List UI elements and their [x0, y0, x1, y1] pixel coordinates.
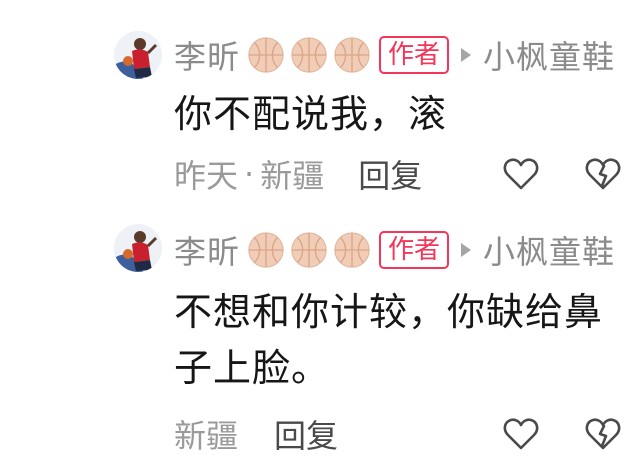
basketball-icon: [290, 36, 328, 74]
meta-separator: ·: [244, 155, 255, 193]
author-tag: 作者: [379, 231, 450, 269]
comment-meta: 新疆 回复: [174, 411, 338, 457]
comment-header: 李昕 作者 小枫童鞋: [174, 228, 615, 272]
comment-header: 李昕 作者 小枫童鞋: [174, 33, 615, 77]
like-heart-icon[interactable]: [503, 157, 539, 191]
author-name[interactable]: 李昕: [174, 227, 240, 273]
dislike-broken-heart-icon[interactable]: [585, 157, 621, 191]
comment-location: 新疆: [174, 417, 239, 455]
avatar[interactable]: [114, 31, 162, 79]
basketball-icon: [290, 231, 328, 269]
comment-meta: 昨天 · 新疆 回复: [174, 151, 422, 197]
comment-time: 昨天: [174, 157, 239, 195]
reply-to-name[interactable]: 小枫童鞋: [483, 227, 615, 273]
comment-content: 你不配说我，滚: [174, 92, 448, 136]
badge-list: [242, 231, 371, 269]
like-heart-icon[interactable]: [503, 417, 539, 451]
basketball-icon: [247, 36, 285, 74]
dislike-broken-heart-icon[interactable]: [585, 417, 621, 451]
basketball-icon: [333, 36, 371, 74]
reply-to-name[interactable]: 小枫童鞋: [483, 32, 615, 78]
comment-location: 新疆: [260, 157, 325, 195]
author-name[interactable]: 李昕: [174, 32, 240, 78]
reply-arrow-icon: [461, 48, 472, 62]
basketball-icon: [333, 231, 371, 269]
badge-list: [242, 36, 371, 74]
reply-button[interactable]: 回复: [274, 411, 338, 457]
comment-content: 不想和你计较，你缺给鼻子上脸。: [174, 290, 604, 390]
avatar[interactable]: [114, 224, 162, 272]
author-tag: 作者: [379, 36, 450, 74]
reply-arrow-icon: [461, 243, 472, 257]
reply-button[interactable]: 回复: [358, 151, 422, 197]
basketball-icon: [247, 231, 285, 269]
